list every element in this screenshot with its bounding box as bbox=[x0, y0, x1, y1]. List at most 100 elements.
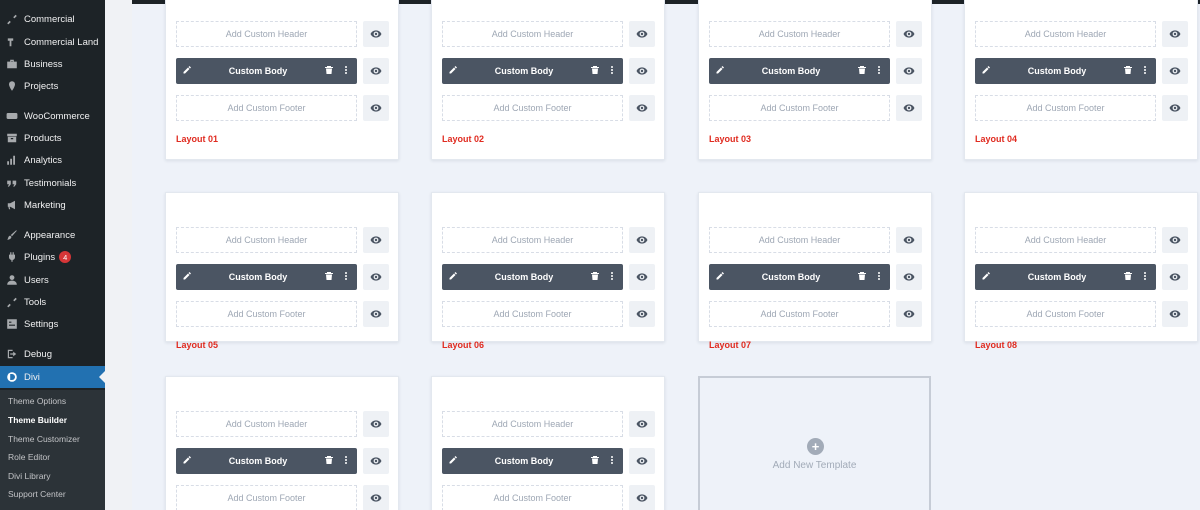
add-custom-footer-button[interactable]: Add Custom Footer bbox=[176, 95, 357, 121]
trash-icon[interactable] bbox=[857, 65, 867, 77]
submenu-divi-library[interactable]: Divi Library bbox=[8, 471, 51, 481]
sidebar-item-users[interactable]: Users bbox=[0, 269, 105, 291]
sidebar-item-plugins[interactable]: Plugins 4 bbox=[0, 246, 105, 268]
trash-icon[interactable] bbox=[324, 271, 334, 283]
trash-icon[interactable] bbox=[1123, 271, 1133, 283]
eye-icon[interactable] bbox=[629, 485, 655, 510]
trash-icon[interactable] bbox=[324, 65, 334, 77]
sidebar-item-business[interactable]: Business bbox=[0, 53, 105, 75]
pencil-icon[interactable] bbox=[981, 65, 991, 77]
sidebar-item-woocommerce[interactable]: WooCommerce bbox=[0, 105, 105, 127]
add-custom-header-button[interactable]: Add Custom Header bbox=[709, 227, 890, 253]
add-custom-header-button[interactable]: Add Custom Header bbox=[442, 227, 623, 253]
add-custom-footer-button[interactable]: Add Custom Footer bbox=[442, 485, 623, 510]
eye-icon[interactable] bbox=[363, 264, 389, 290]
layout-name[interactable]: Layout 08 bbox=[975, 340, 1017, 350]
add-custom-footer-button[interactable]: Add Custom Footer bbox=[176, 301, 357, 327]
submenu-theme-builder[interactable]: Theme Builder bbox=[8, 415, 67, 425]
layout-name[interactable]: Layout 06 bbox=[442, 340, 484, 350]
plus-icon[interactable]: + bbox=[807, 438, 824, 455]
add-custom-header-button[interactable]: Add Custom Header bbox=[709, 21, 890, 47]
add-custom-footer-button[interactable]: Add Custom Footer bbox=[442, 95, 623, 121]
trash-icon[interactable] bbox=[590, 65, 600, 77]
more-options-icon[interactable] bbox=[1140, 65, 1150, 77]
eye-icon[interactable] bbox=[629, 58, 655, 84]
eye-icon[interactable] bbox=[629, 411, 655, 437]
custom-body-bar[interactable]: Custom Body bbox=[176, 58, 357, 84]
eye-icon[interactable] bbox=[629, 301, 655, 327]
add-custom-header-button[interactable]: Add Custom Header bbox=[975, 227, 1156, 253]
eye-icon[interactable] bbox=[1162, 95, 1188, 121]
sidebar-item-products[interactable]: Products bbox=[0, 127, 105, 149]
add-new-template-card[interactable]: + Add New Template bbox=[698, 376, 931, 510]
add-custom-footer-button[interactable]: Add Custom Footer bbox=[176, 485, 357, 510]
sidebar-item-testimonials[interactable]: Testimonials bbox=[0, 172, 105, 194]
sidebar-item-debug[interactable]: Debug bbox=[0, 343, 105, 365]
eye-icon[interactable] bbox=[896, 95, 922, 121]
more-options-icon[interactable] bbox=[874, 65, 884, 77]
more-options-icon[interactable] bbox=[1140, 271, 1150, 283]
submenu-theme-options[interactable]: Theme Options bbox=[8, 396, 66, 406]
eye-icon[interactable] bbox=[1162, 58, 1188, 84]
trash-icon[interactable] bbox=[590, 271, 600, 283]
eye-icon[interactable] bbox=[363, 301, 389, 327]
add-custom-header-button[interactable]: Add Custom Header bbox=[176, 411, 357, 437]
sidebar-item-projects[interactable]: Projects bbox=[0, 75, 105, 97]
custom-body-bar[interactable]: Custom Body bbox=[176, 264, 357, 290]
pencil-icon[interactable] bbox=[448, 455, 458, 467]
add-custom-header-button[interactable]: Add Custom Header bbox=[176, 227, 357, 253]
add-custom-header-button[interactable]: Add Custom Header bbox=[975, 21, 1156, 47]
add-custom-footer-button[interactable]: Add Custom Footer bbox=[975, 301, 1156, 327]
trash-icon[interactable] bbox=[1123, 65, 1133, 77]
add-custom-footer-button[interactable]: Add Custom Footer bbox=[975, 95, 1156, 121]
trash-icon[interactable] bbox=[857, 271, 867, 283]
custom-body-bar[interactable]: Custom Body bbox=[176, 448, 357, 474]
layout-name[interactable]: Layout 04 bbox=[975, 134, 1017, 144]
eye-icon[interactable] bbox=[1162, 21, 1188, 47]
custom-body-bar[interactable]: Custom Body bbox=[442, 58, 623, 84]
layout-name[interactable]: Layout 01 bbox=[176, 134, 218, 144]
eye-icon[interactable] bbox=[363, 227, 389, 253]
trash-icon[interactable] bbox=[590, 455, 600, 467]
eye-icon[interactable] bbox=[363, 448, 389, 474]
layout-name[interactable]: Layout 03 bbox=[709, 134, 751, 144]
eye-icon[interactable] bbox=[363, 411, 389, 437]
sidebar-item-appearance[interactable]: Appearance bbox=[0, 224, 105, 246]
sidebar-item-commercial[interactable]: Commercial bbox=[0, 8, 105, 30]
eye-icon[interactable] bbox=[896, 264, 922, 290]
eye-icon[interactable] bbox=[629, 95, 655, 121]
submenu-role-editor[interactable]: Role Editor bbox=[8, 452, 50, 462]
pencil-icon[interactable] bbox=[715, 65, 725, 77]
pencil-icon[interactable] bbox=[182, 455, 192, 467]
eye-icon[interactable] bbox=[1162, 227, 1188, 253]
add-custom-header-button[interactable]: Add Custom Header bbox=[176, 21, 357, 47]
trash-icon[interactable] bbox=[324, 455, 334, 467]
custom-body-bar[interactable]: Custom Body bbox=[442, 264, 623, 290]
eye-icon[interactable] bbox=[896, 301, 922, 327]
eye-icon[interactable] bbox=[363, 21, 389, 47]
pencil-icon[interactable] bbox=[182, 65, 192, 77]
eye-icon[interactable] bbox=[363, 485, 389, 510]
submenu-theme-customizer[interactable]: Theme Customizer bbox=[8, 434, 80, 444]
eye-icon[interactable] bbox=[896, 21, 922, 47]
eye-icon[interactable] bbox=[629, 448, 655, 474]
add-custom-header-button[interactable]: Add Custom Header bbox=[442, 411, 623, 437]
more-options-icon[interactable] bbox=[607, 65, 617, 77]
add-custom-footer-button[interactable]: Add Custom Footer bbox=[709, 95, 890, 121]
pencil-icon[interactable] bbox=[448, 271, 458, 283]
sidebar-item-tools[interactable]: Tools bbox=[0, 291, 105, 313]
custom-body-bar[interactable]: Custom Body bbox=[442, 448, 623, 474]
more-options-icon[interactable] bbox=[607, 455, 617, 467]
sidebar-item-divi[interactable]: Divi bbox=[0, 366, 105, 388]
custom-body-bar[interactable]: Custom Body bbox=[709, 58, 890, 84]
submenu-support-center[interactable]: Support Center bbox=[8, 489, 66, 499]
eye-icon[interactable] bbox=[363, 58, 389, 84]
sidebar-item-commercial-land[interactable]: Commercial Land bbox=[0, 31, 105, 53]
add-custom-header-button[interactable]: Add Custom Header bbox=[442, 21, 623, 47]
eye-icon[interactable] bbox=[1162, 301, 1188, 327]
custom-body-bar[interactable]: Custom Body bbox=[709, 264, 890, 290]
eye-icon[interactable] bbox=[629, 21, 655, 47]
sidebar-item-analytics[interactable]: Analytics bbox=[0, 149, 105, 171]
more-options-icon[interactable] bbox=[874, 271, 884, 283]
custom-body-bar[interactable]: Custom Body bbox=[975, 58, 1156, 84]
